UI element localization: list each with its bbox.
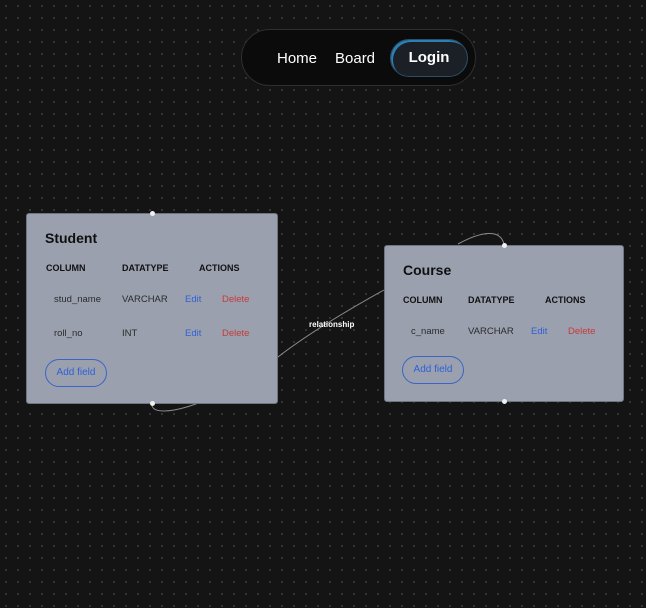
datatype-header: DATATYPE [122, 263, 169, 273]
delete-field-button[interactable]: Delete [568, 326, 595, 337]
delete-field-button[interactable]: Delete [222, 328, 249, 339]
actions-header: ACTIONS [199, 263, 240, 273]
column-header: COLUMN [403, 295, 443, 305]
edit-field-button[interactable]: Edit [185, 328, 201, 339]
edit-field-button[interactable]: Edit [531, 326, 547, 337]
relationship-edge-upper[interactable] [457, 233, 505, 245]
node-handle-bottom[interactable] [502, 399, 507, 404]
nav-board-link[interactable]: Board [335, 30, 375, 87]
delete-field-button[interactable]: Delete [222, 294, 249, 305]
top-nav: Home Board Login [241, 29, 476, 86]
column-header: COLUMN [46, 263, 86, 273]
field-name: stud_name [54, 294, 102, 305]
node-handle-top[interactable] [502, 243, 507, 248]
table-title: Course [403, 262, 452, 278]
edit-field-button[interactable]: Edit [185, 294, 201, 305]
nav-home-link[interactable]: Home [277, 30, 317, 87]
table-title: Student [45, 230, 98, 246]
field-type: VARCHAR [468, 326, 514, 337]
datatype-header: DATATYPE [468, 295, 515, 305]
table-node-course[interactable]: Course COLUMN DATATYPE ACTIONS c_name VA… [384, 243, 624, 404]
field-name: roll_no [54, 328, 83, 339]
actions-header: ACTIONS [545, 295, 586, 305]
field-type: VARCHAR [122, 294, 168, 305]
table-node-student[interactable]: Student COLUMN DATATYPE ACTIONS stud_nam… [26, 211, 278, 406]
node-handle-top[interactable] [150, 211, 155, 216]
login-button[interactable]: Login [390, 39, 468, 77]
field-name: c_name [411, 326, 445, 337]
edge-label: relationship [309, 320, 355, 329]
node-handle-bottom[interactable] [150, 401, 155, 406]
field-type: INT [122, 328, 138, 339]
add-field-button[interactable]: Add field [45, 359, 107, 387]
add-field-button[interactable]: Add field [402, 356, 464, 384]
